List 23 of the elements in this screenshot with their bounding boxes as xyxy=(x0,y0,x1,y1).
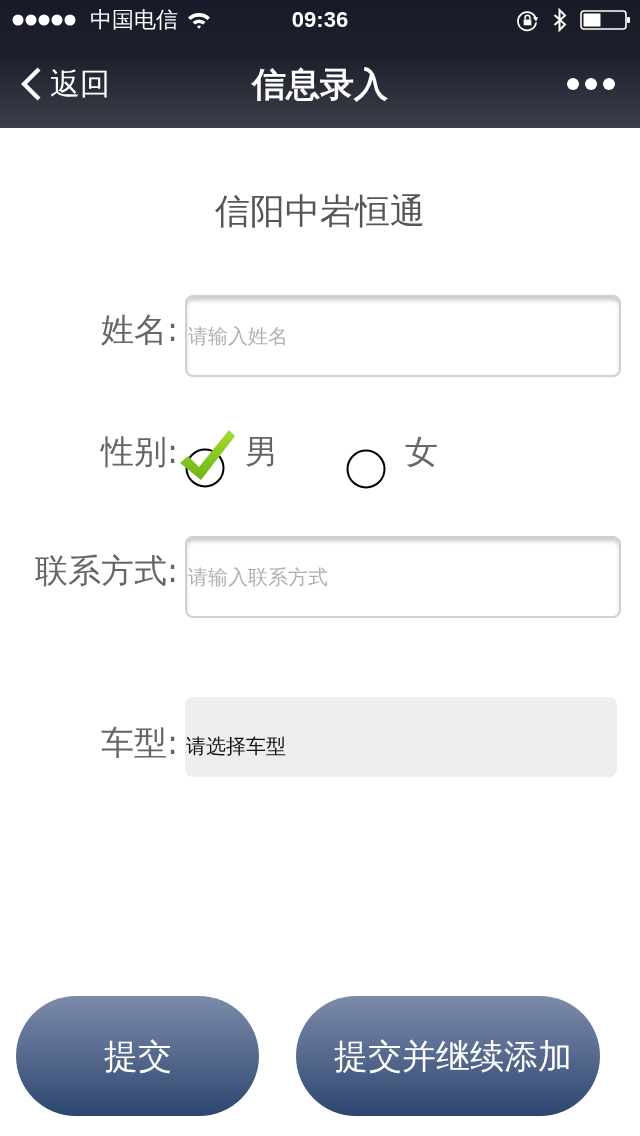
carrier-name: 中国电信 xyxy=(90,7,178,33)
bluetooth-icon xyxy=(553,8,567,32)
status-time: 09:36 xyxy=(291,7,349,33)
company-name: 信阳中岩恒通 xyxy=(214,191,426,231)
car-type-select[interactable]: 请选择车型 xyxy=(185,697,617,777)
submit-button[interactable]: 提交并继续添加 xyxy=(296,996,600,1116)
text-input[interactable]: 请输入姓名 xyxy=(185,295,621,377)
wifi-icon xyxy=(187,11,211,29)
battery-icon xyxy=(580,10,631,30)
radio-option[interactable]: 男 xyxy=(180,430,278,488)
submit-button[interactable]: 提交 xyxy=(16,996,259,1116)
back-button[interactable]: 返回 xyxy=(20,66,110,102)
chevron-left-icon xyxy=(20,67,42,101)
more-icon[interactable] xyxy=(567,77,615,91)
signal-icon xyxy=(12,14,76,26)
field-label: 性别: xyxy=(99,432,178,472)
field-label: 车型: xyxy=(99,723,178,763)
field-label: 姓名: xyxy=(99,310,178,350)
rotation-lock-icon xyxy=(516,8,539,32)
text-input[interactable]: 请输入联系方式 xyxy=(185,536,621,618)
field-label: 联系方式: xyxy=(33,551,178,591)
page-title: 信息录入 xyxy=(252,64,388,104)
radio-option[interactable]: 女 xyxy=(346,430,438,489)
